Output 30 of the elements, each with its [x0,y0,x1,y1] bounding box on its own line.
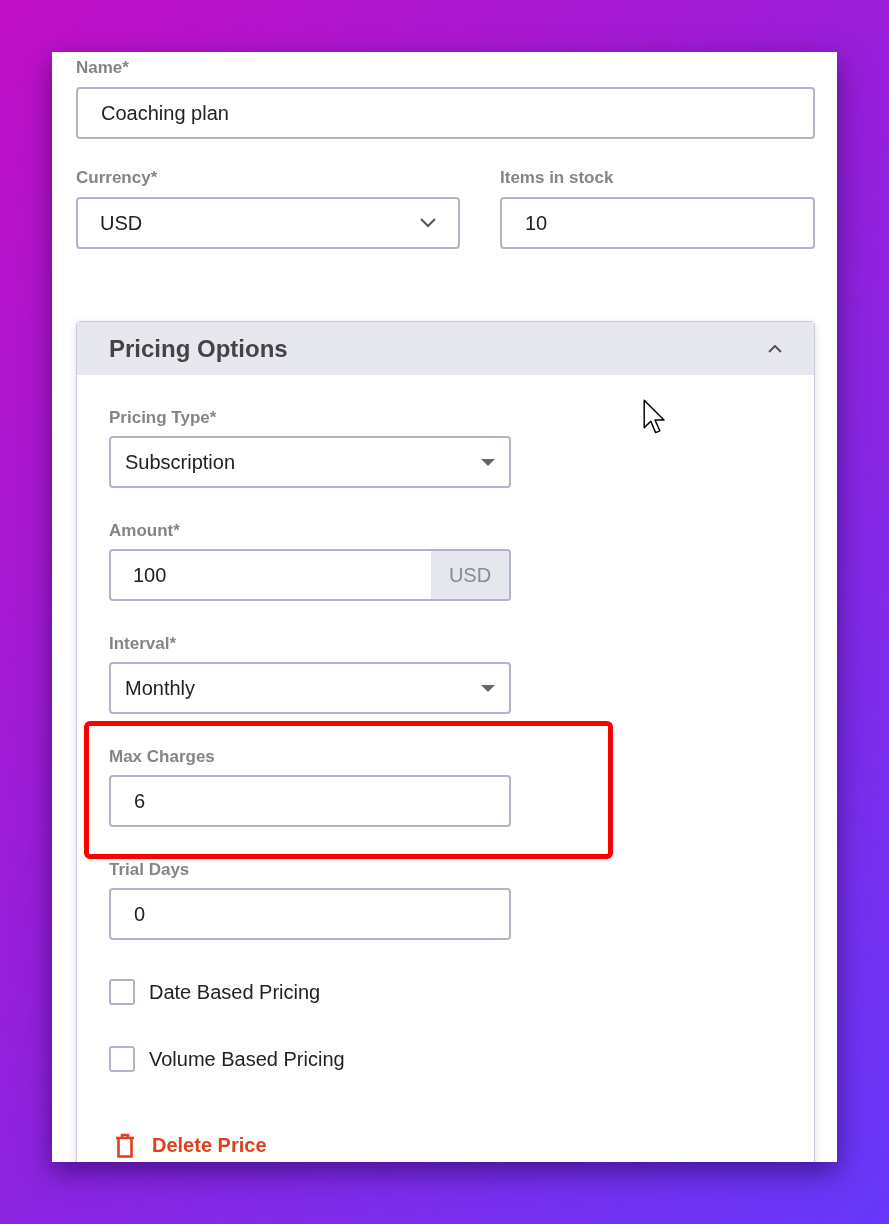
delete-price-button[interactable]: Delete Price [115,1133,267,1158]
field-label: Items in stock [500,168,615,188]
section-title: Pricing Options [109,334,288,363]
amount-field[interactable]: 100 USD [109,549,511,601]
input-field[interactable]: Coaching plan [76,87,815,139]
select-field[interactable]: Monthly [109,662,511,714]
checkbox[interactable] [109,979,135,1005]
chevron-up-icon[interactable] [768,344,782,353]
input-field[interactable]: 0 [109,888,511,940]
checkbox-label[interactable]: Date Based Pricing [149,980,321,1004]
caret-down-icon [481,458,495,466]
input-field[interactable]: 6 [109,775,511,827]
accordion-header[interactable]: Pricing Options [77,322,814,375]
mouse-cursor-icon [643,399,667,435]
field-label: Interval* [109,634,178,654]
field-label: Pricing Type* [109,408,218,428]
trash-icon [115,1133,135,1158]
caret-down-icon [481,684,495,692]
input-field[interactable]: 10 [500,197,815,249]
field-label: Amount* [109,521,181,541]
field-label: Name* [76,58,130,78]
field-label: Currency* [76,168,159,188]
dropdown-field[interactable]: USD [76,197,460,249]
field-label: Trial Days [109,860,191,880]
select-field[interactable]: Subscription [109,436,511,488]
checkbox[interactable] [109,1046,135,1072]
chevron-down-icon [420,218,436,228]
checkbox-label[interactable]: Volume Based Pricing [149,1047,345,1071]
field-label: Max Charges [109,747,216,767]
currency-addon: USD [431,551,509,599]
